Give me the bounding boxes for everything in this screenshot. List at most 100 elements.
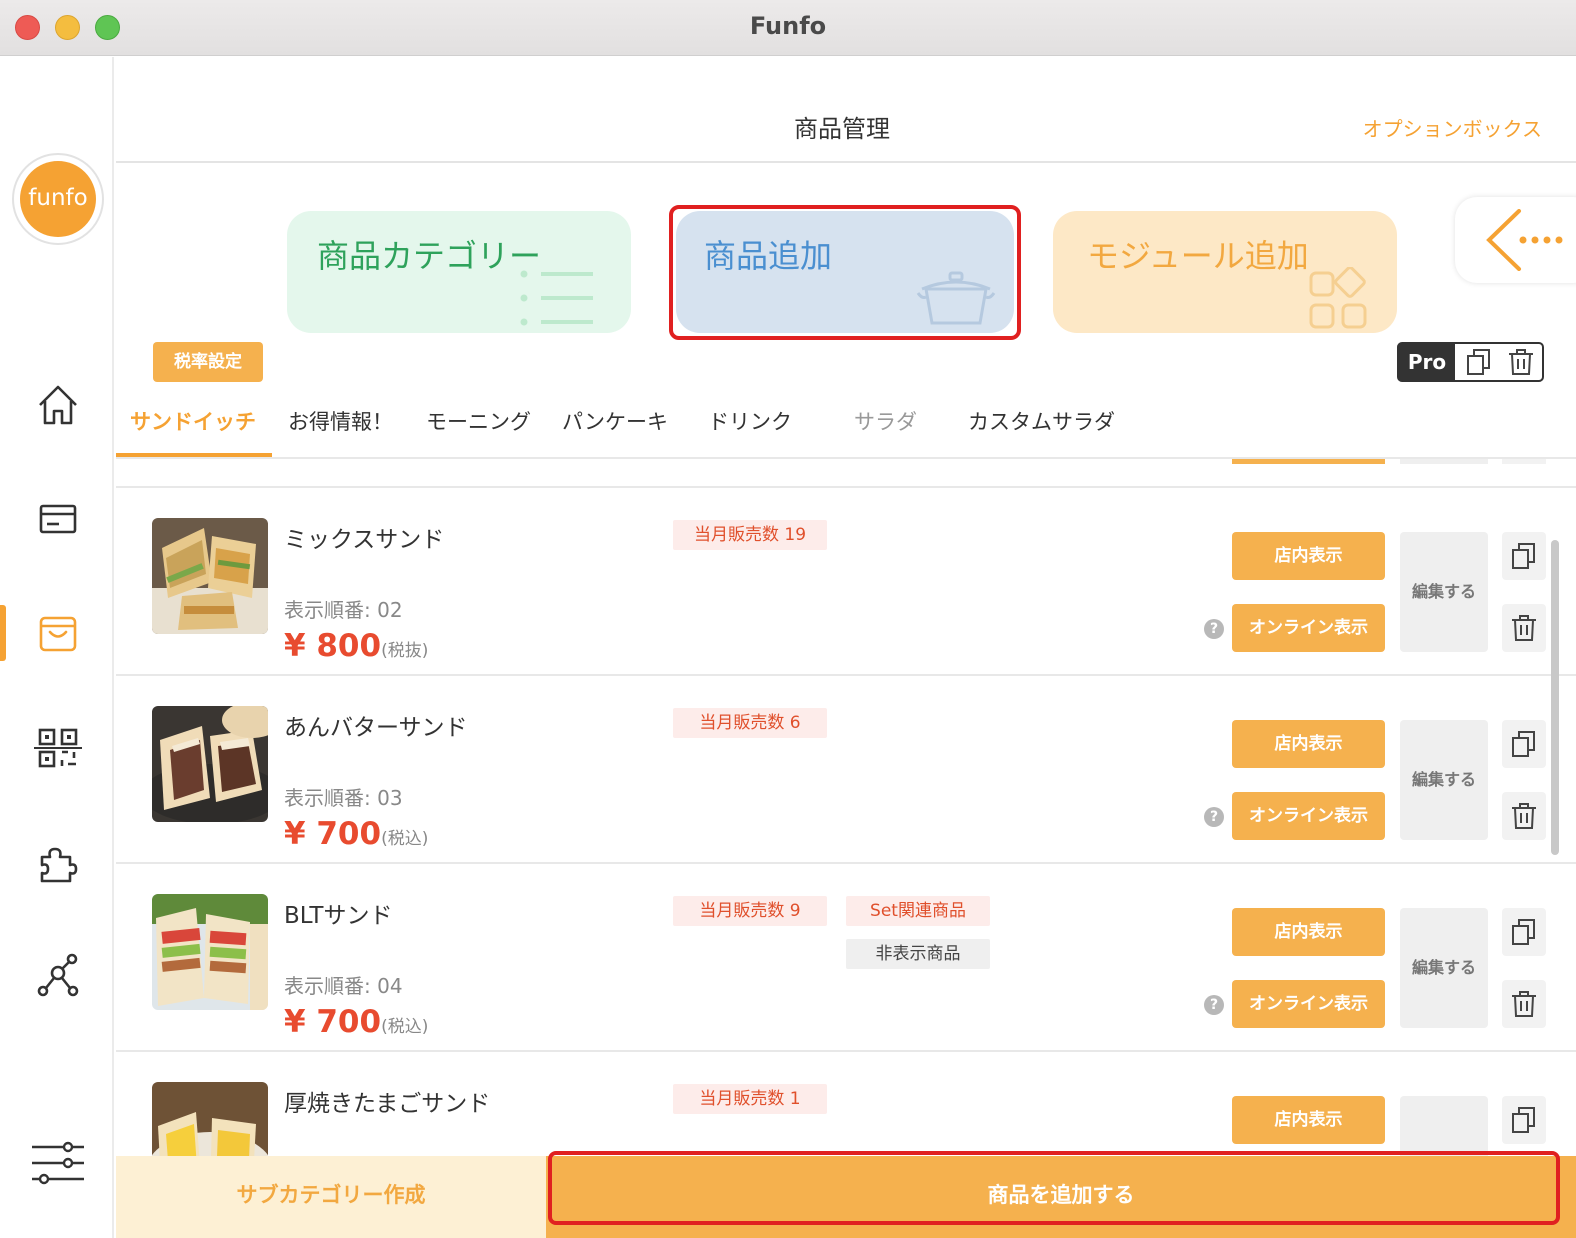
page-title: 商品管理 <box>794 115 890 143</box>
product-name: BLTサンド <box>284 903 393 929</box>
tax-note: (税込) <box>381 1017 429 1037</box>
display-order: 表示順番: 02 <box>284 598 403 622</box>
product-row: BLTサンド 当月販売数 9 Set関連商品 非表示商品 表示順番: 04 ¥ … <box>116 864 1576 1052</box>
edit-button[interactable]: 編集する <box>1400 532 1488 652</box>
category-tabs: サンドイッチ お得情報！ モーニング パンケーキ ドリンク サラダ カスタムサラ… <box>116 392 1576 458</box>
puzzle-icon <box>40 847 78 883</box>
sidebar: funfo <box>0 57 114 1238</box>
settings-sliders-icon <box>32 1141 84 1185</box>
previous-row-delete-edge <box>1502 459 1546 464</box>
list-scrollbar[interactable] <box>1551 540 1559 855</box>
store-display-button[interactable]: 店内表示 <box>1232 720 1385 768</box>
copy-button[interactable] <box>1502 1096 1546 1144</box>
display-order: 表示順番: 04 <box>284 974 403 998</box>
nav-products[interactable] <box>30 605 86 661</box>
product-price: ¥ 800(税抜) <box>284 628 428 664</box>
copy-icon <box>1512 731 1535 757</box>
edit-button[interactable]: 編集する <box>1400 908 1488 1028</box>
previous-row-edit-edge <box>1400 459 1488 464</box>
window-title: Funfo <box>749 12 827 40</box>
store-display-button[interactable]: 店内表示 <box>1232 1096 1385 1144</box>
price-value: ¥ 700 <box>284 1004 382 1040</box>
tab-drink[interactable]: ドリンク <box>708 406 792 436</box>
online-display-button[interactable]: オンライン表示 <box>1232 792 1385 840</box>
help-icon[interactable]: ? <box>1204 807 1224 827</box>
create-subcategory-button[interactable]: サブカテゴリー作成 <box>116 1156 546 1238</box>
delete-button[interactable] <box>1502 980 1546 1028</box>
tab-deals[interactable]: お得情報！ <box>288 406 393 436</box>
price-value: ¥ 800 <box>284 628 382 664</box>
home-icon <box>39 385 77 425</box>
nav-network[interactable] <box>30 949 86 1005</box>
copy-button[interactable] <box>1502 532 1546 580</box>
tab-custom-salad[interactable]: カスタムサラダ <box>968 406 1115 436</box>
card-icon <box>39 504 77 534</box>
help-icon[interactable]: ? <box>1204 995 1224 1015</box>
monthly-sales-badge: 当月販売数 1 <box>673 1084 827 1114</box>
option-box-link[interactable]: オプションボックス <box>1363 113 1542 142</box>
more-cards-button[interactable] <box>1455 197 1576 283</box>
product-image <box>152 706 268 822</box>
product-row: 厚焼きたまごサンド 当月販売数 1 店内表示 <box>116 1052 1576 1156</box>
trash-icon <box>1512 615 1536 641</box>
qr-code-icon <box>34 728 82 768</box>
tab-salad[interactable]: サラダ <box>854 406 917 436</box>
delete-button[interactable] <box>1502 792 1546 840</box>
copy-icon <box>1512 919 1535 945</box>
tax-setting-button[interactable]: 税率設定 <box>153 342 263 382</box>
tab-morning[interactable]: モーニング <box>426 406 531 436</box>
product-price: ¥ 700(税込) <box>284 816 428 852</box>
monthly-sales-badge: 当月販売数 19 <box>673 520 827 550</box>
copy-icon[interactable] <box>1465 348 1493 376</box>
pro-label[interactable]: Pro <box>1399 344 1455 380</box>
display-order: 表示順番: 03 <box>284 786 403 810</box>
monthly-sales-badge: 当月販売数 6 <box>673 708 827 738</box>
copy-button[interactable] <box>1502 908 1546 956</box>
product-image <box>152 518 268 634</box>
page-header: 商品管理 オプションボックス <box>116 57 1576 163</box>
tax-note: (税抜) <box>381 641 429 661</box>
hidden-product-badge: 非表示商品 <box>846 939 990 969</box>
active-nav-indicator <box>0 605 6 661</box>
product-image <box>152 894 268 1010</box>
edit-button[interactable]: 編集する <box>1400 720 1488 840</box>
trash-icon <box>1512 803 1536 829</box>
product-category-card[interactable]: 商品カテゴリー <box>287 211 631 333</box>
store-display-button[interactable]: 店内表示 <box>1232 908 1385 956</box>
list-icon <box>520 270 593 326</box>
copy-button[interactable] <box>1502 720 1546 768</box>
nav-modules[interactable] <box>30 835 86 891</box>
online-display-button[interactable]: オンライン表示 <box>1232 604 1385 652</box>
funfo-logo: funfo <box>12 153 104 245</box>
online-display-button[interactable]: オンライン表示 <box>1232 980 1385 1028</box>
delete-button[interactable] <box>1502 604 1546 652</box>
trash-icon <box>1512 991 1536 1017</box>
trash-icon[interactable] <box>1507 348 1535 376</box>
set-related-badge: Set関連商品 <box>846 896 990 926</box>
module-grid-icon <box>1309 267 1367 329</box>
nav-settings[interactable] <box>30 1135 86 1191</box>
previous-row-button-edge <box>1232 459 1385 464</box>
product-row: あんバターサンド 当月販売数 6 表示順番: 03 ¥ 700(税込) 店内表示… <box>116 676 1576 864</box>
add-module-card[interactable]: モジュール追加 <box>1053 211 1397 333</box>
store-display-button[interactable]: 店内表示 <box>1232 532 1385 580</box>
product-name: あんバターサンド <box>284 715 468 741</box>
nav-home[interactable] <box>30 377 86 433</box>
monthly-sales-badge: 当月販売数 9 <box>673 896 827 926</box>
network-icon <box>37 953 79 997</box>
tab-pancake[interactable]: パンケーキ <box>562 406 668 436</box>
chevron-left-dots-icon <box>1486 209 1563 271</box>
product-price: ¥ 700(税込) <box>284 1004 428 1040</box>
nav-qr[interactable] <box>30 720 86 776</box>
edit-button[interactable] <box>1400 1096 1488 1156</box>
copy-icon <box>1512 1107 1535 1133</box>
product-category-label: 商品カテゴリー <box>317 237 542 275</box>
help-icon[interactable]: ? <box>1204 619 1224 639</box>
tab-sandwich[interactable]: サンドイッチ <box>130 406 256 436</box>
product-row: ミックスサンド 当月販売数 19 表示順番: 02 ¥ 800(税抜) 店内表示… <box>116 488 1576 676</box>
product-name: 厚焼きたまごサンド <box>284 1091 491 1117</box>
app-window: Funfo funfo 商品管理 オプションボックス 商品カテゴリー 商品追加 … <box>0 0 1576 1238</box>
nav-card[interactable] <box>30 491 86 547</box>
logo-text: funfo <box>20 161 96 237</box>
product-name: ミックスサンド <box>284 527 445 553</box>
